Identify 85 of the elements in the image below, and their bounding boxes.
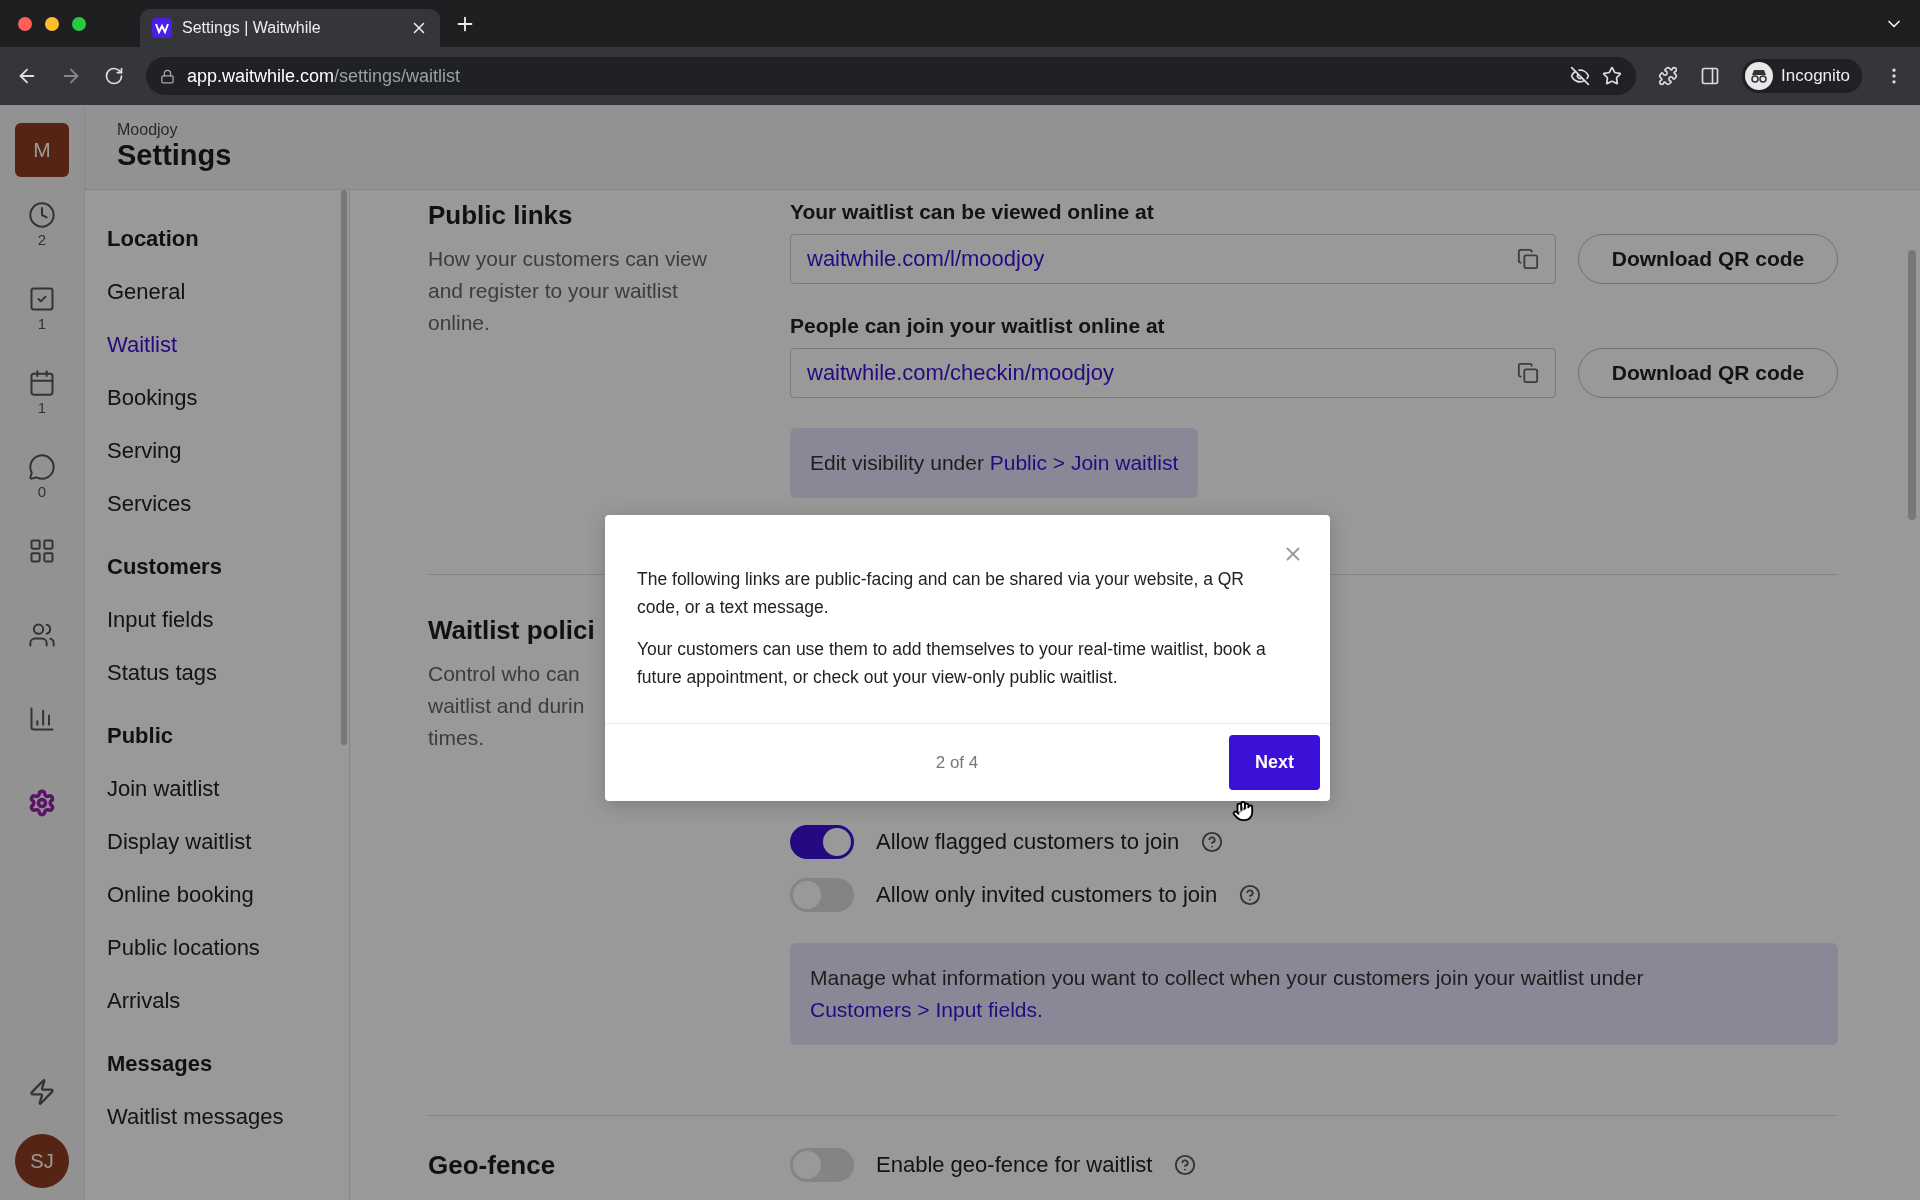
side-panel-icon[interactable] [1700, 66, 1720, 86]
organization-name: Moodjoy [117, 121, 179, 139]
sidebar-item[interactable]: Public locations [107, 921, 327, 974]
incognito-icon [1750, 69, 1768, 83]
eye-off-icon[interactable] [1570, 66, 1590, 86]
sidebar-item[interactable]: Input fields [107, 593, 327, 646]
clock-icon [28, 201, 56, 229]
sidebar-heading: Customers [107, 552, 223, 581]
count-label: 0 [37, 483, 47, 500]
toggle-label: Allow only invited customers to join [876, 881, 1218, 908]
reload-icon[interactable] [104, 66, 124, 86]
copy-icon[interactable] [1517, 248, 1539, 270]
sidebar-item[interactable]: Serving [107, 424, 327, 477]
dialog-text: Your customers can use them to add themselves to your real-time waitlist, book a future appointment, or check out your view-only public waitlist. [637, 638, 1267, 689]
download-qr-button[interactable]: Download QR code [1578, 234, 1838, 284]
url-text: app.waitwhile.com/settings/waitlist [187, 65, 461, 87]
copy-icon[interactable] [1517, 362, 1539, 384]
users-icon [28, 621, 56, 649]
rail-item[interactable]: 0 [28, 453, 56, 523]
rail-item[interactable]: 2 [28, 201, 56, 271]
close-window-icon[interactable] [18, 16, 32, 31]
sidebar-item[interactable]: Status tags [107, 646, 327, 699]
chat-icon [28, 453, 56, 481]
dialog-text: The following links are public-facing and can be shared via your website, a QR code, or a text message. [637, 568, 1245, 619]
scrollbar[interactable] [341, 190, 347, 745]
sidebar-heading: Public [107, 721, 174, 750]
link-field[interactable]: waitwhile.com/checkin/moodjoy [790, 348, 1556, 398]
section-description: Control who can [428, 661, 580, 687]
help-icon[interactable] [1174, 1153, 1197, 1176]
settings-icon [28, 789, 56, 817]
sidebar-item[interactable]: Join waitlist [107, 762, 327, 815]
section-title: Geo-fence [428, 1150, 556, 1181]
page-title: Settings [117, 139, 233, 172]
sidebar-item[interactable]: Waitlist [107, 318, 327, 371]
field-label: People can join your waitlist online at [790, 314, 1166, 338]
bookmark-star-icon[interactable] [1602, 66, 1622, 86]
sidebar-item[interactable]: Bookings [107, 371, 327, 424]
sidebar-heading: Messages [107, 1049, 214, 1078]
toggle-label: Enable geo-fence for waitlist [876, 1151, 1153, 1178]
next-button[interactable]: Next [1229, 735, 1320, 790]
sidebar-item[interactable]: Waitlist messages [107, 1090, 327, 1143]
sidebar-item[interactable]: Arrivals [107, 974, 327, 1027]
lock-icon [160, 68, 175, 84]
note-link[interactable]: Customers > Input fields. [810, 998, 1043, 1021]
count-label: 2 [37, 231, 47, 248]
rail-item[interactable]: 1 [28, 285, 56, 355]
section-description: times. [428, 725, 484, 751]
sidebar-item[interactable]: Display waitlist [107, 815, 327, 868]
download-qr-button[interactable]: Download QR code [1578, 348, 1838, 398]
step-counter: 2 of 4 [934, 752, 980, 773]
minimize-window-icon[interactable] [45, 16, 59, 31]
count-label: 1 [37, 399, 47, 416]
section-description: How your customers can view and register to your waitlist online. [428, 246, 708, 336]
location-avatar[interactable]: M [15, 123, 69, 177]
grid-icon [28, 537, 56, 565]
calendar-icon [28, 369, 56, 397]
profile-button[interactable]: Incognito [1742, 59, 1862, 93]
section-description: waitlist and durin [428, 693, 585, 719]
rail-item[interactable]: 1 [28, 369, 56, 439]
toggle-switch[interactable] [790, 824, 854, 859]
checkbox-icon [28, 285, 56, 313]
address-bar[interactable]: app.waitwhile.com/settings/waitlist [146, 57, 1636, 95]
sidebar-heading: Location [107, 224, 200, 253]
help-icon[interactable] [1201, 830, 1224, 853]
section-title: Public links [428, 200, 573, 231]
info-note: Manage what information you want to collect when your customers join your waitlist under Customers > Input fields. [790, 943, 1838, 1045]
bar-chart-icon [28, 705, 56, 733]
sidebar-item[interactable]: Online booking [107, 868, 327, 921]
info-note: Edit visibility under Public > Join waitlist [790, 428, 1199, 498]
link-field[interactable]: waitwhile.com/l/moodjoy [790, 234, 1556, 284]
help-icon[interactable] [1239, 883, 1262, 906]
browser-tab[interactable]: Settings | Waitwhile [140, 9, 440, 47]
sidebar-item[interactable]: Services [107, 477, 327, 530]
section-title: Waitlist polici [428, 615, 595, 646]
maximize-window-icon[interactable] [72, 16, 86, 31]
count-label: 1 [37, 315, 47, 332]
extensions-icon[interactable] [1658, 66, 1678, 86]
field-label: Your waitlist can be viewed online at [790, 200, 1155, 224]
scrollbar[interactable] [1908, 250, 1916, 520]
lightning-icon[interactable] [28, 1078, 56, 1106]
user-avatar[interactable]: SJ [15, 1134, 69, 1188]
sidebar-item[interactable]: General [107, 265, 327, 318]
toggle-label: Allow flagged customers to join [876, 828, 1180, 855]
app-logo-icon [152, 18, 172, 38]
note-link[interactable]: Public > Join waitlist [989, 451, 1179, 474]
